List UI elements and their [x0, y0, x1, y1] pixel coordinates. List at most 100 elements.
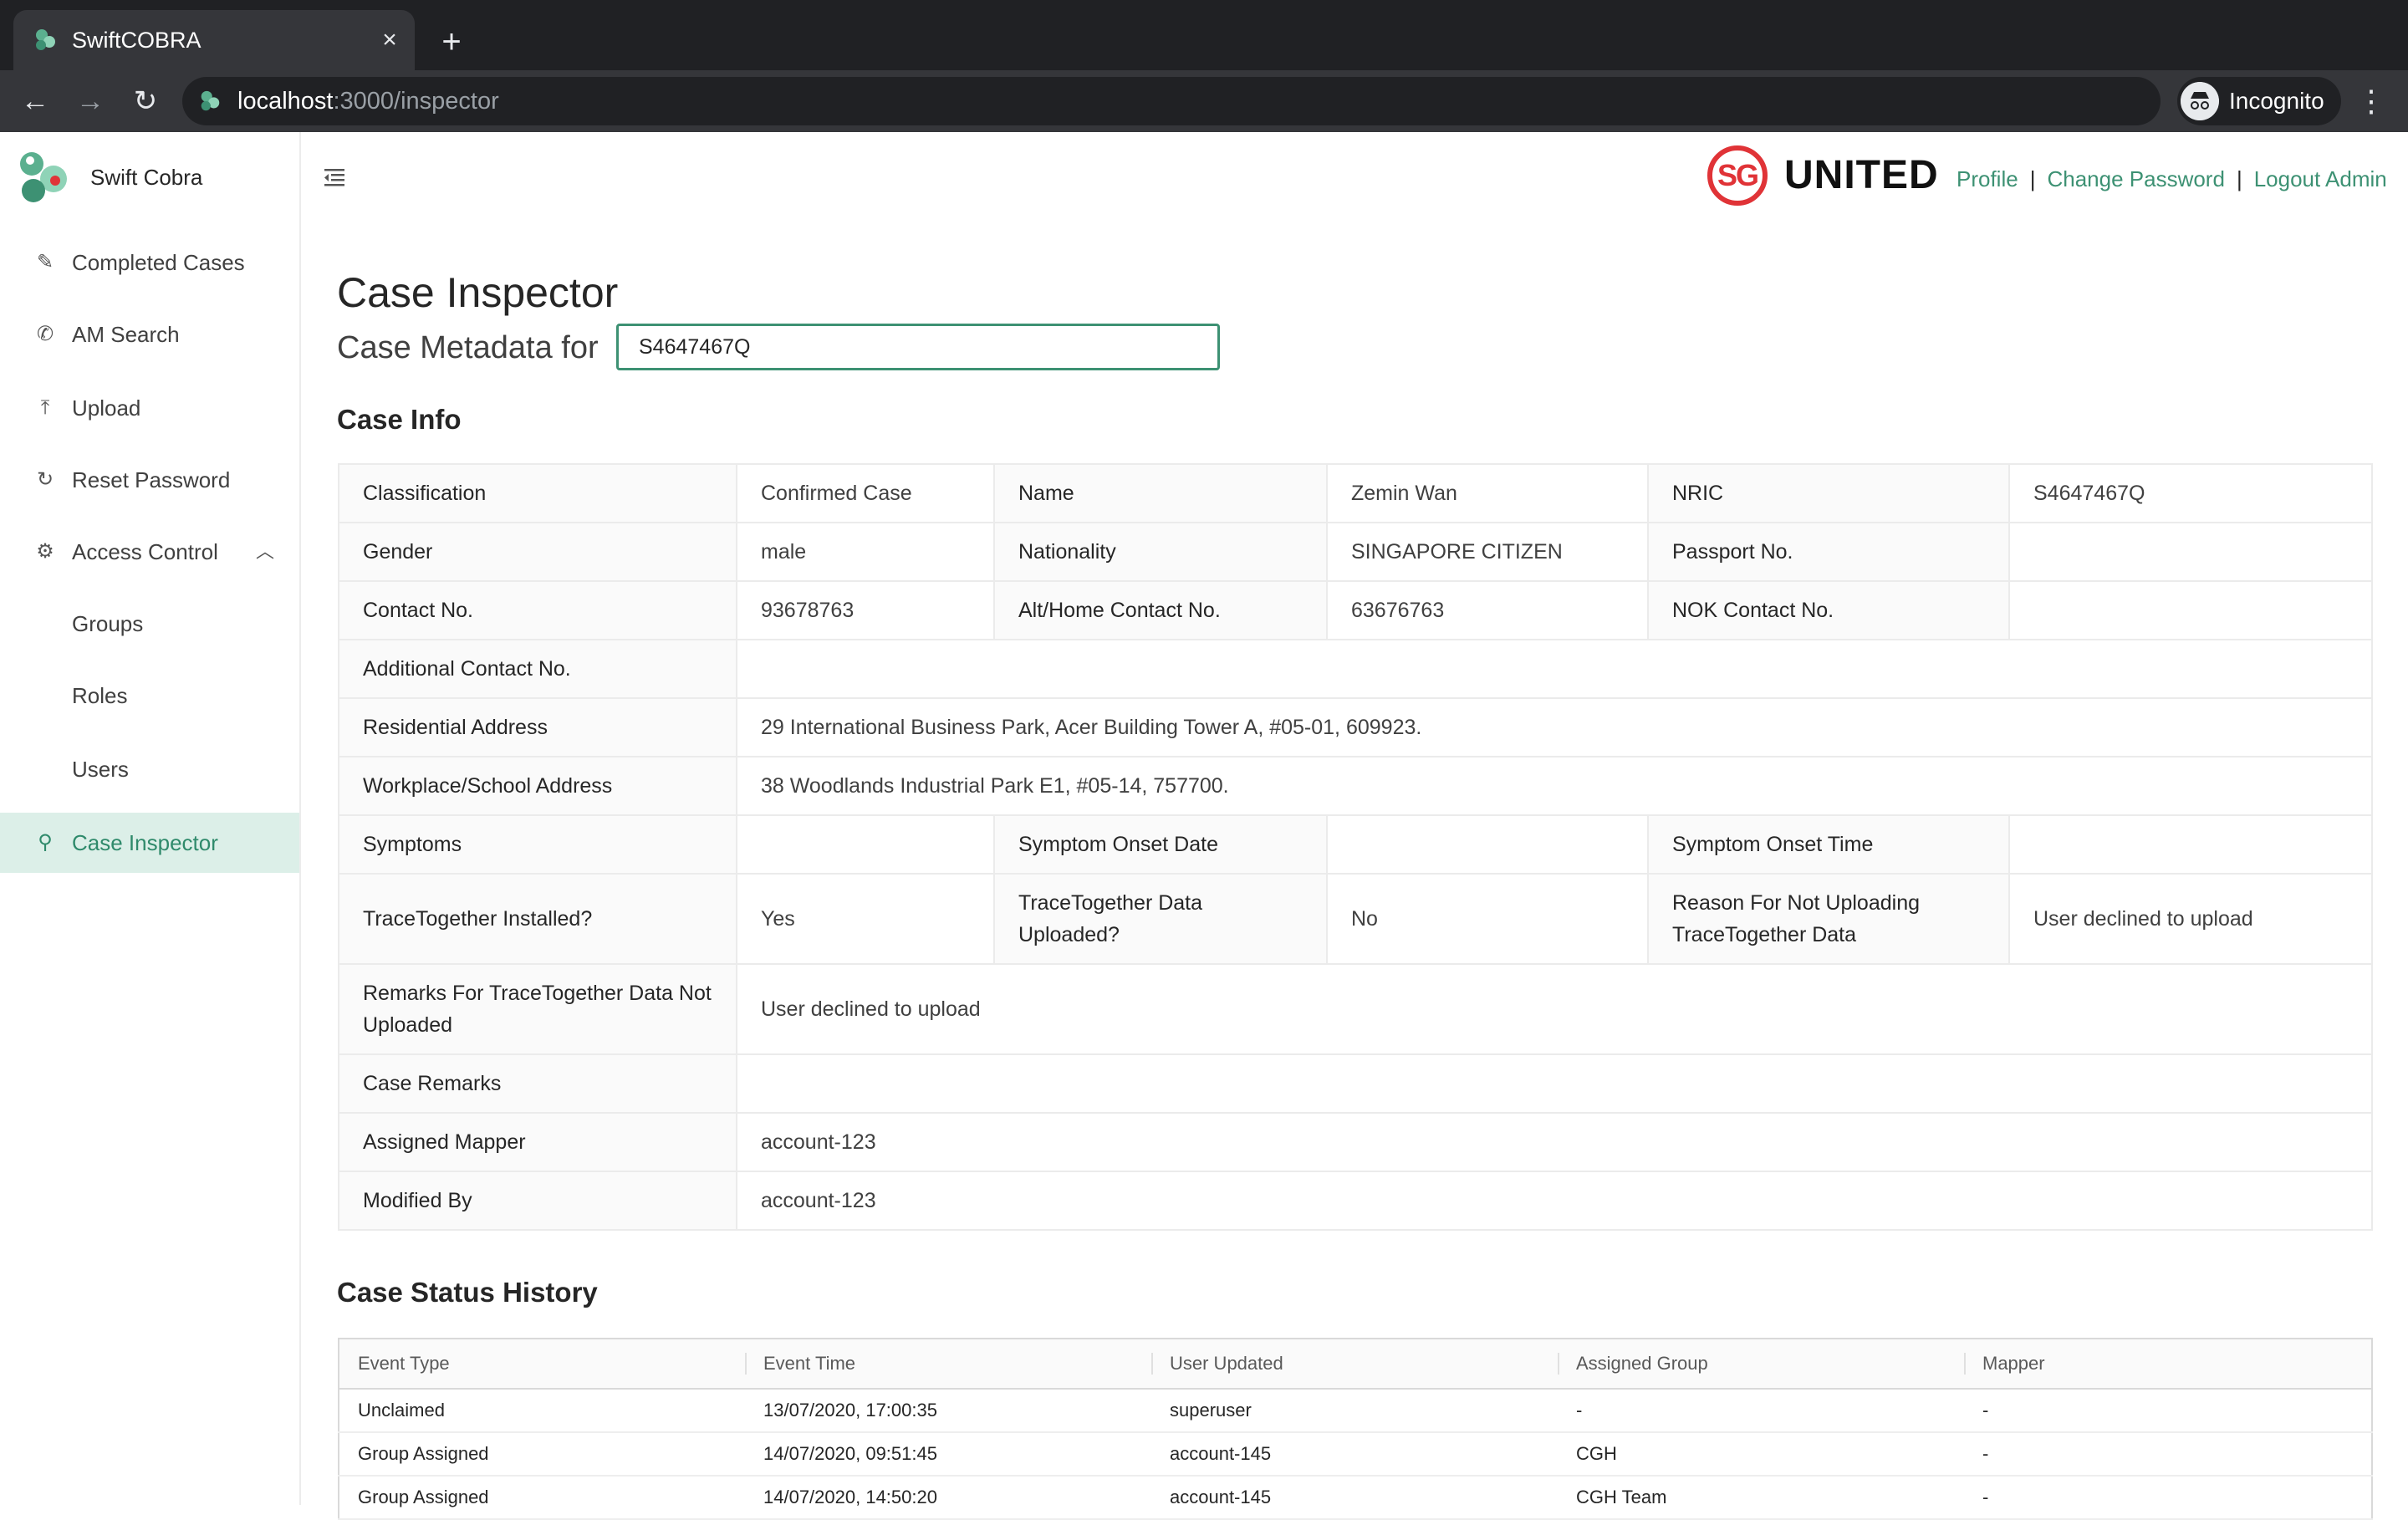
tt-uploaded-value: No	[1326, 873, 1649, 965]
change-password-link[interactable]: Change Password	[2047, 166, 2224, 191]
nok-contact-label: NOK Contact No.	[1647, 580, 2010, 640]
page-title: Case Inspector	[337, 269, 619, 316]
address-bar[interactable]: localhost:3000/inspector	[182, 77, 2161, 125]
sidebar-item-case-inspector[interactable]: ⚲ Case Inspector	[0, 813, 299, 873]
column-header-label: Assigned Group	[1576, 1353, 1708, 1374]
sidebar-item-groups[interactable]: Groups	[0, 594, 299, 654]
sidebar-item-upload[interactable]: ⤒ Upload	[0, 378, 299, 438]
sidebar: Swift Cobra ✎ Completed Cases ✆ AM Searc…	[0, 132, 301, 1505]
name-label: Name	[993, 463, 1328, 523]
event-time-cell: 14/07/2020, 14:50:20	[745, 1476, 1151, 1520]
onset-time-label: Symptom Onset Time	[1647, 814, 2010, 875]
classification-label: Classification	[338, 463, 737, 523]
close-tab-icon[interactable]: ×	[375, 25, 405, 55]
passport-value	[2008, 522, 2373, 582]
table-row: Classification Confirmed Case Name Zemin…	[338, 463, 2373, 523]
assigned-group-cell: CGH Team	[1558, 1476, 1964, 1520]
column-header-label: User Updated	[1170, 1353, 1283, 1374]
contact-value: 93678763	[736, 580, 995, 640]
site-favicon-icon	[201, 90, 220, 111]
reload-icon[interactable]: ↻	[125, 82, 166, 122]
sidebar-item-access-control[interactable]: ⚙ Access Control ︿	[0, 522, 299, 582]
sidebar-item-completed-cases[interactable]: ✎ Completed Cases	[0, 232, 299, 293]
nric-value: S4647467Q	[2008, 463, 2373, 523]
additional-contact-value	[736, 639, 2373, 699]
column-header[interactable]: Event Time	[745, 1339, 1151, 1390]
sidebar-item-label: Roles	[72, 683, 128, 708]
residential-address-label: Residential Address	[338, 697, 737, 757]
nationality-value: SINGAPORE CITIZEN	[1326, 522, 1649, 582]
united-logo-text: UNITED	[1784, 153, 1939, 197]
sidebar-item-reset-password[interactable]: ↻ Reset Password	[0, 450, 299, 510]
case-metadata-label: Case Metadata for	[337, 330, 599, 365]
phone-icon: ✆	[36, 323, 54, 345]
column-divider	[1964, 1353, 1966, 1375]
contact-label: Contact No.	[338, 580, 737, 640]
new-tab-icon[interactable]: +	[435, 25, 468, 59]
browser-tab[interactable]: SwiftCOBRA ×	[13, 10, 415, 70]
incognito-badge[interactable]: Incognito	[2177, 77, 2341, 125]
sg-united-logo: SG UNITED	[1707, 144, 1938, 216]
case-id-input[interactable]	[616, 324, 1220, 370]
table-row: Group Assigned 14/07/2020, 14:50:20 acco…	[339, 1476, 2372, 1520]
case-info-title: Case Info	[337, 404, 462, 435]
table-row: TraceTogether Installed? Yes TraceTogeth…	[338, 873, 2373, 965]
tt-installed-label: TraceTogether Installed?	[338, 873, 737, 965]
sidebar-item-am-search[interactable]: ✆ AM Search	[0, 304, 299, 365]
sidebar-item-users[interactable]: Users	[0, 739, 299, 799]
modified-by-label: Modified By	[338, 1171, 737, 1231]
table-row: Symptoms Symptom Onset Date Symptom Onse…	[338, 814, 2373, 875]
mapper-cell: -	[1964, 1432, 2372, 1477]
case-status-history-title: Case Status History	[337, 1277, 598, 1308]
url-host: localhost	[237, 88, 334, 115]
incognito-icon	[2181, 82, 2219, 120]
user-updated-cell: superuser	[1151, 1389, 1558, 1433]
back-icon[interactable]: ←	[15, 82, 55, 122]
modified-by-value: account-123	[736, 1171, 2373, 1231]
event-type-cell: Group Assigned	[339, 1432, 745, 1477]
browser-toolbar: ← → ↻ localhost:3000/inspector Incognito…	[0, 70, 2408, 132]
gender-value: male	[736, 522, 995, 582]
brand-name: Swift Cobra	[90, 165, 203, 190]
tt-reason-label: Reason For Not Uploading TraceTogether D…	[1647, 873, 2010, 965]
table-row: Contact No. 93678763 Alt/Home Contact No…	[338, 580, 2373, 640]
tab-title: SwiftCOBRA	[72, 28, 202, 53]
assigned-mapper-value: account-123	[736, 1112, 2373, 1172]
table-row: Assigned Mapper account-123	[338, 1112, 2373, 1172]
classification-value: Confirmed Case	[736, 463, 995, 523]
column-divider	[1558, 1353, 1559, 1375]
event-time-cell: 14/07/2020, 09:51:45	[745, 1432, 1151, 1477]
edit-icon: ✎	[36, 251, 54, 273]
column-header[interactable]: Assigned Group	[1558, 1339, 1964, 1390]
case-remarks-value	[736, 1053, 2373, 1114]
case-remarks-label: Case Remarks	[338, 1053, 737, 1114]
search-icon: ⚲	[38, 831, 53, 854]
gender-label: Gender	[338, 522, 737, 582]
column-divider	[745, 1353, 747, 1375]
assigned-mapper-label: Assigned Mapper	[338, 1112, 737, 1172]
sidebar-item-roles[interactable]: Roles	[0, 666, 299, 726]
table-row: Workplace/School Address 38 Woodlands In…	[338, 756, 2373, 816]
table-header-row: Event Type Event Time User Updated Assig…	[339, 1339, 2372, 1390]
column-header[interactable]: Event Type	[339, 1339, 745, 1390]
profile-link[interactable]: Profile	[1956, 166, 2018, 191]
mapper-cell: -	[1964, 1389, 2372, 1433]
logout-link[interactable]: Logout Admin	[2254, 166, 2387, 191]
column-header[interactable]: User Updated	[1151, 1339, 1558, 1390]
case-status-history-table: Event Type Event Time User Updated Assig…	[338, 1338, 2373, 1520]
link-separator: |	[2236, 166, 2242, 191]
swiftcobra-favicon-icon	[36, 29, 55, 50]
header-links: Profile | Change Password | Logout Admin	[1956, 166, 2387, 192]
nric-label: NRIC	[1647, 463, 2010, 523]
menu-collapse-icon[interactable]	[321, 164, 348, 191]
forward-icon[interactable]: →	[70, 82, 110, 122]
symptoms-value	[736, 814, 995, 875]
user-updated-cell: account-145	[1151, 1476, 1558, 1520]
case-info-table: Classification Confirmed Case Name Zemin…	[338, 463, 2373, 1231]
browser-menu-icon[interactable]: ⋮	[2356, 82, 2386, 122]
alt-contact-value: 63676763	[1326, 580, 1649, 640]
event-type-cell: Group Assigned	[339, 1476, 745, 1520]
additional-contact-label: Additional Contact No.	[338, 639, 737, 699]
onset-time-value	[2008, 814, 2373, 875]
column-header[interactable]: Mapper	[1964, 1339, 2372, 1390]
